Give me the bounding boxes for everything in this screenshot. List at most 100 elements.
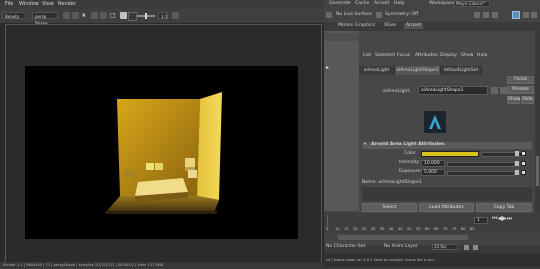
exposure-map-icon[interactable] <box>515 170 519 175</box>
shelf-tab-xgen[interactable]: XGen <box>384 23 396 29</box>
color-label: Color <box>404 151 416 156</box>
render-icon[interactable] <box>63 12 70 19</box>
toolbar-icon-c[interactable] <box>492 12 498 18</box>
node-go-icon[interactable] <box>500 87 507 94</box>
fit-icon[interactable] <box>172 12 179 19</box>
shelf-tab-motion-graphics[interactable]: Motion Graphics <box>338 23 375 29</box>
workspace-dropdown[interactable]: Maya Classic* <box>454 1 490 7</box>
load-attributes-button[interactable]: Load Attributes <box>419 203 474 212</box>
render-status-bar: Render 1:1 | 960x540 | 72 | perspShape |… <box>0 262 324 269</box>
ipr-icon[interactable] <box>72 12 79 19</box>
section-header[interactable]: ▾ Arnold Area Light Attributes <box>362 142 532 149</box>
layer-dropdown[interactable]: Beauty <box>2 12 26 19</box>
current-frame-field[interactable]: 1 <box>474 217 488 224</box>
show-button[interactable]: Show <box>507 96 520 104</box>
color-channel-icon[interactable] <box>100 12 107 19</box>
intensity-map-icon[interactable] <box>515 161 519 166</box>
snap-magnet-icon[interactable] <box>326 12 332 18</box>
symmetry-label[interactable]: Symmetry: Off <box>385 12 418 18</box>
toolbar-icon-a[interactable] <box>474 12 480 18</box>
ae-menu-display[interactable]: Display <box>440 53 457 59</box>
node-select-icon[interactable] <box>491 87 498 94</box>
focus-button[interactable]: Focus <box>507 76 534 84</box>
exposure-field[interactable]: 5.000 <box>421 169 445 176</box>
menu-help[interactable]: Help <box>394 1 404 7</box>
tab-aiarealight[interactable]: aiAreaLight <box>359 66 395 75</box>
intensity-slider[interactable] <box>447 162 515 167</box>
menu-view[interactable]: View <box>42 1 54 7</box>
shelf-tab-arnold[interactable]: Arnold <box>404 23 423 29</box>
attribute-editor-toggle-icon[interactable] <box>512 11 520 19</box>
ae-menu-attributes[interactable]: Attributes <box>415 53 438 59</box>
live-surface-label[interactable]: No Live Surface <box>336 12 372 18</box>
copy-tab-button[interactable]: Copy Tab <box>476 203 532 212</box>
menu-render[interactable]: Render <box>58 1 76 7</box>
pause-icon[interactable]: ⏸ <box>82 11 86 19</box>
menu-cache[interactable]: Cache <box>355 1 369 7</box>
scroll-arrow-icon[interactable]: ▸ <box>326 64 329 71</box>
cabinet <box>188 170 197 178</box>
ae-menu-focus[interactable]: Focus <box>397 53 410 59</box>
playback-controls-icon[interactable]: ⏮◀▶⏭ <box>492 216 512 222</box>
tab-aiarealightshape1[interactable]: aiAreaLightShape1 <box>395 66 441 75</box>
timeline-ticks: 5 10 15 20 25 30 35 40 45 50 55 60 65 70… <box>326 227 476 231</box>
notes-area[interactable] <box>362 187 532 201</box>
hide-button[interactable]: Hide <box>521 96 534 104</box>
color-checkbox[interactable] <box>521 151 526 156</box>
char-set-label[interactable]: No Character Set <box>326 244 365 250</box>
toolbar-icon-b[interactable] <box>483 12 489 18</box>
color-swatch[interactable] <box>421 151 479 157</box>
exposure-slider-ae[interactable] <box>447 171 515 176</box>
arnold-logo-icon <box>429 115 441 129</box>
pillow-right <box>155 163 163 170</box>
exposure-label: Exposure <box>399 169 421 174</box>
snapshot-icon[interactable] <box>91 12 98 19</box>
preferences-icon[interactable] <box>473 245 478 250</box>
tick-label: 30 <box>371 227 376 231</box>
presets-button[interactable]: Presets <box>507 86 534 94</box>
tick-label: 35 <box>380 227 385 231</box>
ae-menu-help[interactable]: Help <box>477 53 487 59</box>
main-toolbar: No Live Surface Symmetry: Off <box>324 9 540 23</box>
auto-key-icon[interactable] <box>464 245 469 250</box>
anim-layer-label[interactable]: No Anim Layer <box>384 244 418 250</box>
exposure-slider-handle[interactable] <box>145 13 147 19</box>
menu-generate[interactable]: Generate <box>329 1 350 7</box>
channel-box-icon[interactable] <box>523 12 529 18</box>
side-table <box>124 170 133 177</box>
ae-menu-selected[interactable]: Selected <box>375 53 395 59</box>
black-swatch-icon[interactable] <box>128 12 137 21</box>
tick-label: 55 <box>416 227 421 231</box>
main-menubar: Generate Cache Arnold Help Workspace: Ma… <box>324 0 540 9</box>
node-name-field[interactable]: aiAreaLightShape1 <box>418 86 488 95</box>
white-swatch-icon[interactable] <box>120 12 127 19</box>
menu-window[interactable]: Window <box>19 1 39 7</box>
attribute-editor-scrollbar[interactable] <box>535 31 540 213</box>
notes-label: Notes: aiAreaLightShape1 <box>362 180 422 185</box>
region-icon[interactable]: ◻ <box>110 11 116 19</box>
ae-menu-list[interactable]: List <box>363 53 371 59</box>
zoom-ratio[interactable]: 1:1 <box>158 12 168 19</box>
symmetry-icon[interactable] <box>376 12 382 18</box>
menu-arnold[interactable]: Arnold <box>374 1 389 7</box>
time-slider[interactable]: 5 10 15 20 25 30 35 40 45 50 55 60 65 70… <box>324 213 540 233</box>
range-slider[interactable] <box>324 233 540 243</box>
ae-menu-show[interactable]: Show <box>461 53 473 59</box>
fps-dropdown[interactable]: 24 fps <box>432 244 458 250</box>
arnold-swatch <box>424 111 446 133</box>
node-type-label: aiAreaLight: <box>383 89 411 94</box>
intensity-field[interactable]: 10.000 <box>421 160 445 167</box>
intensity-checkbox[interactable] <box>521 161 526 166</box>
tool-settings-icon[interactable] <box>531 12 537 18</box>
render-view-toolbar: Beauty persp Shape ⏸ ◻ 1:1 <box>0 9 324 26</box>
exposure-checkbox[interactable] <box>521 170 526 175</box>
tab-defaultlightset[interactable]: defaultLightSet <box>441 66 482 75</box>
scroll-thumb[interactable] <box>536 156 539 186</box>
select-button[interactable]: Select <box>362 203 417 212</box>
range-slider-bar[interactable] <box>338 235 468 240</box>
color-map-icon[interactable] <box>515 151 519 156</box>
camera-dropdown[interactable]: persp Shape <box>32 12 58 26</box>
tick-label: 15 <box>344 227 349 231</box>
render-image-canvas <box>105 92 222 214</box>
menu-file[interactable]: File <box>5 1 13 7</box>
